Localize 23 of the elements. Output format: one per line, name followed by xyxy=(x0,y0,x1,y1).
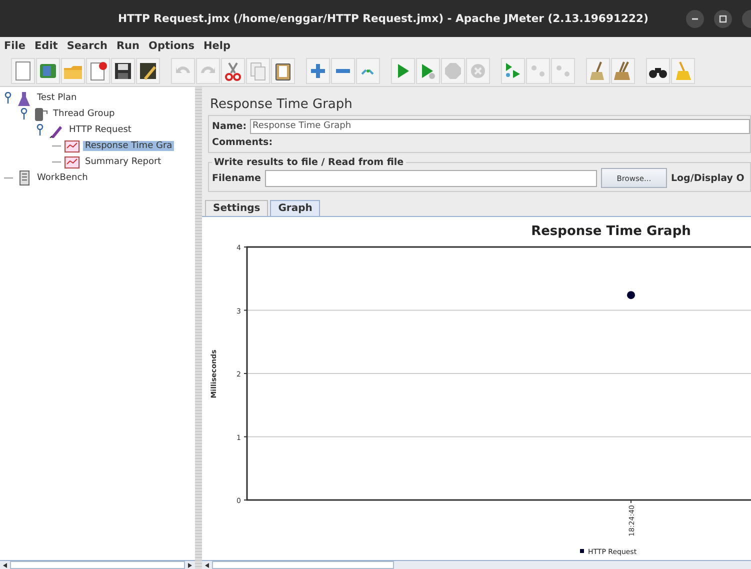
tree-item[interactable]: Test Plan xyxy=(35,93,79,103)
filename-label: Filename xyxy=(212,172,261,184)
tree-item[interactable]: WorkBench xyxy=(35,173,90,183)
name-label: Name: xyxy=(212,120,247,132)
tree-item[interactable]: Thread Group xyxy=(51,109,117,119)
tree-item[interactable]: HTTP Request xyxy=(67,125,134,135)
menu-item[interactable]: Options xyxy=(148,40,195,52)
menu-item[interactable]: File xyxy=(4,40,26,52)
menu-item[interactable]: Edit xyxy=(34,40,58,52)
tab[interactable]: Settings xyxy=(205,200,268,216)
log-display-label: Log/Display O xyxy=(670,172,744,184)
panel-title: Response Time Graph xyxy=(209,96,354,114)
comments-label: Comments: xyxy=(212,136,272,148)
name-field[interactable]: Response Time Graph xyxy=(250,118,750,134)
tab[interactable]: Graph xyxy=(270,200,320,216)
group-title: Write results to file / Read from file xyxy=(213,157,405,168)
chart-title: Response Time Graph xyxy=(531,224,691,239)
menu-item[interactable]: Run xyxy=(116,40,140,52)
menu-item[interactable]: Help xyxy=(204,40,231,52)
tree-item[interactable]: Summary Report xyxy=(83,157,164,167)
window-title: HTTP Request.jmx (/home/enggar/HTTP Request.jmx) - Apache JMeter (2.13.19691222) xyxy=(118,12,648,25)
tree-item[interactable]: Response Time Gra xyxy=(83,141,174,151)
menu-item[interactable]: Search xyxy=(66,40,108,52)
